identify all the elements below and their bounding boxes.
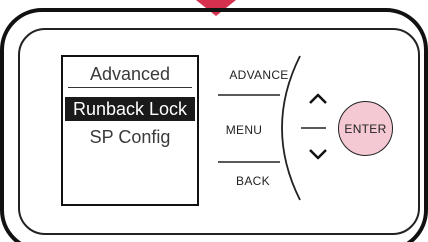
enter-button[interactable]: ENTER bbox=[338, 101, 393, 156]
back-button[interactable]: BACK bbox=[228, 172, 278, 190]
chevron-up-icon[interactable] bbox=[309, 93, 327, 104]
menu-item-sp-config[interactable]: SP Config bbox=[65, 125, 195, 149]
menu-item-runback-lock[interactable]: Runback Lock bbox=[65, 97, 195, 121]
screen-title: Advanced bbox=[89, 64, 171, 84]
title-underline bbox=[68, 87, 192, 88]
enter-button-label: ENTER bbox=[344, 121, 387, 136]
advance-button[interactable]: ADVANCE bbox=[216, 66, 302, 84]
chevron-down-icon[interactable] bbox=[309, 149, 327, 160]
menu-button[interactable]: MENU bbox=[218, 121, 270, 139]
lcd-screen: Advanced Runback Lock SP Config bbox=[61, 55, 199, 206]
